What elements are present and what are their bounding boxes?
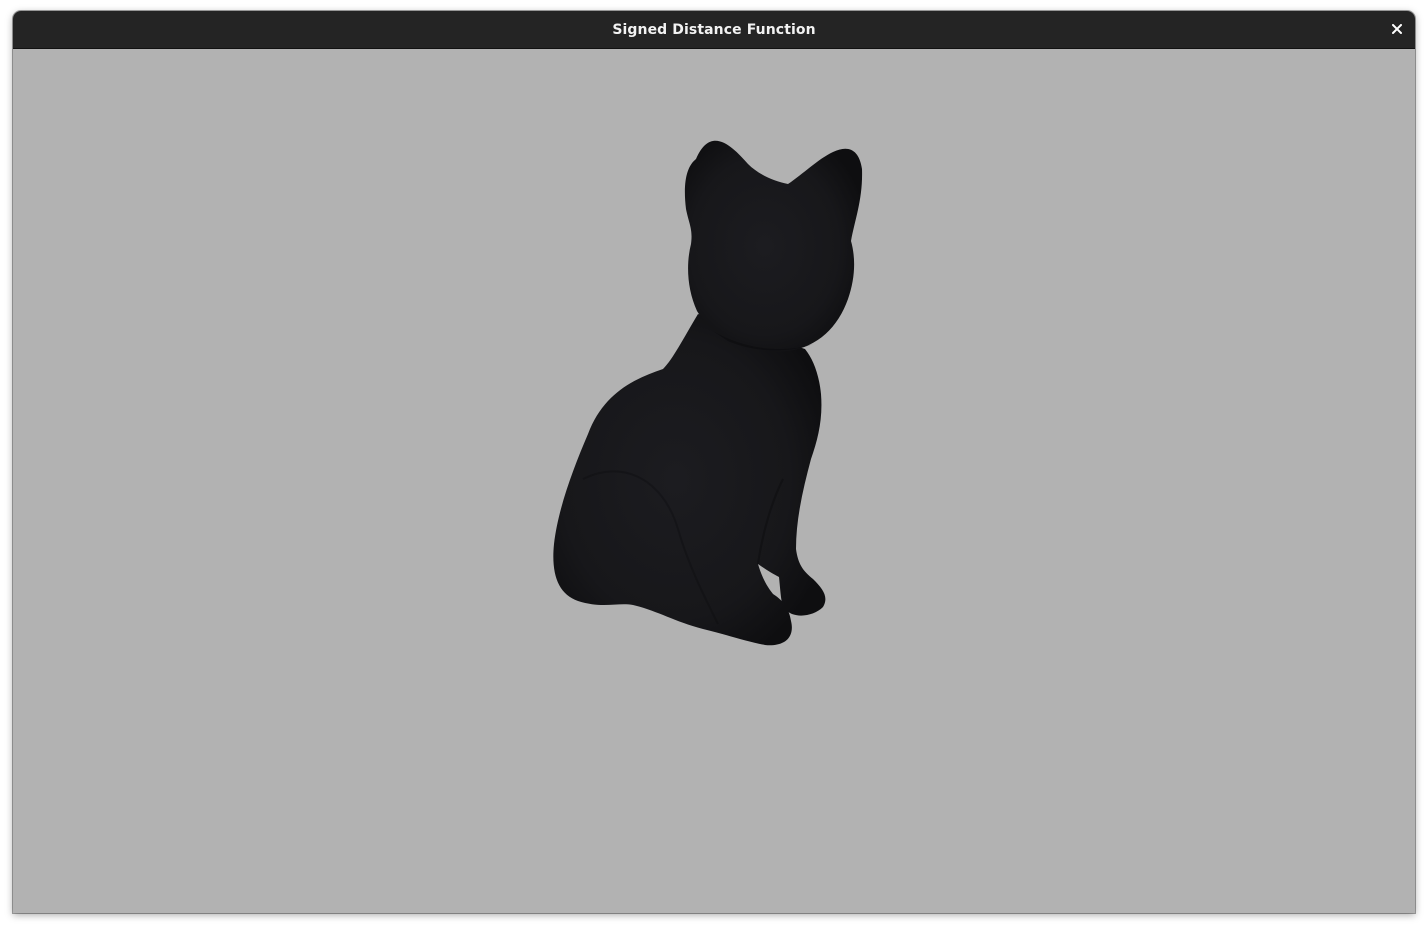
render-viewport[interactable] bbox=[13, 49, 1415, 913]
window-title: Signed Distance Function bbox=[612, 21, 816, 38]
app-window: Signed Distance Function bbox=[13, 11, 1415, 913]
sdf-render-canvas bbox=[553, 140, 863, 646]
close-icon bbox=[1392, 24, 1402, 34]
cat-silhouette bbox=[553, 140, 863, 646]
close-button[interactable] bbox=[1385, 17, 1409, 41]
title-bar[interactable]: Signed Distance Function bbox=[13, 11, 1415, 49]
